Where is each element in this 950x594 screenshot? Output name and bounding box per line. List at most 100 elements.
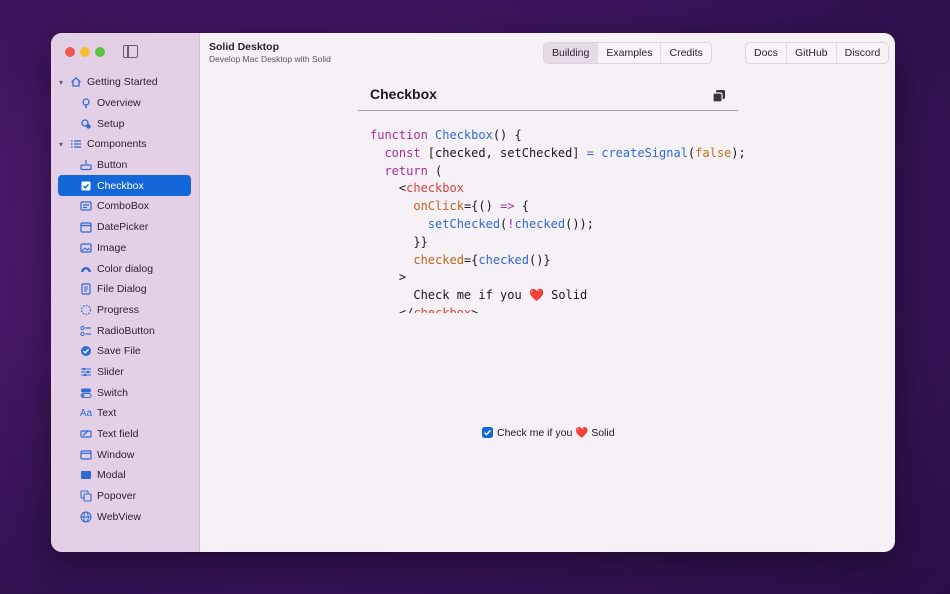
- sidebar-item-label: ComboBox: [97, 200, 149, 213]
- copy-icon[interactable]: [712, 89, 726, 103]
- code-token: </: [398, 305, 414, 313]
- code-token: ());: [565, 216, 594, 231]
- sidebar-section-components[interactable]: ▾ Components: [51, 134, 199, 155]
- code-token: createSignal: [601, 145, 688, 160]
- sidebar-item-label: Checkbox: [97, 179, 144, 192]
- tab-building[interactable]: Building: [544, 43, 599, 63]
- main-content: Solid Desktop Develop Mac Desktop with S…: [200, 33, 895, 552]
- list-icon: [70, 138, 82, 150]
- tab-credits[interactable]: Credits: [661, 43, 710, 63]
- code-token: [checked, setChecked]: [420, 145, 587, 160]
- sidebar-item-setup[interactable]: Setup: [51, 113, 199, 134]
- sidebar-item-label: Overview: [97, 97, 141, 110]
- sidebar-section-getting-started[interactable]: ▾ Getting Started: [51, 72, 199, 93]
- sidebar-item-label: Color dialog: [97, 262, 154, 275]
- code-token: );: [731, 145, 746, 160]
- sidebar-item-modal[interactable]: Modal: [51, 465, 199, 486]
- sidebar-item-switch[interactable]: Switch: [51, 382, 199, 403]
- app-subtitle: Develop Mac Desktop with Solid: [209, 54, 331, 64]
- docs-link[interactable]: Docs: [746, 43, 787, 63]
- sidebar-item-combobox[interactable]: ComboBox: [51, 196, 199, 217]
- sidebar-item-label: Image: [97, 241, 127, 254]
- code-token: ={: [463, 252, 479, 267]
- combobox-icon: [80, 200, 92, 212]
- sidebar-item-radiobutton[interactable]: RadioButton: [51, 320, 199, 341]
- sidebar-item-datepicker[interactable]: DatePicker: [51, 217, 199, 238]
- sidebar-item-button[interactable]: Button: [51, 155, 199, 176]
- code-token: =: [586, 145, 594, 160]
- heart-icon: ❤️: [575, 427, 589, 439]
- app-title: Solid Desktop: [209, 41, 280, 53]
- switch-icon: [80, 387, 92, 399]
- sidebar-section-label: Components: [87, 138, 147, 151]
- sidebar-item-label: Popover: [97, 490, 137, 503]
- popover-icon: [80, 490, 92, 502]
- sidebar-item-color-dialog[interactable]: Color dialog: [51, 258, 199, 279]
- sidebar-item-window[interactable]: Window: [51, 444, 199, 465]
- sidebar-item-label: DatePicker: [97, 221, 149, 234]
- button-icon: [80, 159, 92, 171]
- code-token: const: [384, 145, 421, 160]
- heart-icon: ❤️: [528, 288, 544, 303]
- sidebar-toggle-icon[interactable]: [123, 45, 138, 58]
- sidebar-item-overview[interactable]: Overview: [51, 93, 199, 114]
- sidebar-item-label: WebView: [97, 510, 141, 523]
- code-token: return: [384, 163, 428, 178]
- external-links: Docs GitHub Discord: [745, 42, 890, 64]
- sidebar: ▾ Getting Started Overview Setup ▾ Compo…: [51, 33, 200, 552]
- sidebar-item-webview[interactable]: WebView: [51, 506, 199, 527]
- code-token: !: [507, 216, 515, 231]
- sliders-icon: [80, 366, 92, 378]
- sidebar-section-label: Getting Started: [87, 76, 158, 89]
- sidebar-item-popover[interactable]: Popover: [51, 486, 199, 507]
- sidebar-item-label: Modal: [97, 469, 126, 482]
- sidebar-item-progress[interactable]: Progress: [51, 300, 199, 321]
- demo-checkbox[interactable]: Check me if you ❤️ Solid: [482, 426, 615, 439]
- sidebar-item-label: Window: [97, 448, 135, 461]
- github-link[interactable]: GitHub: [787, 43, 837, 63]
- code-token: {: [514, 199, 529, 214]
- code-token: >: [471, 305, 479, 313]
- sidebar-item-save-file[interactable]: Save File: [51, 341, 199, 362]
- discord-link[interactable]: Discord: [837, 43, 889, 63]
- code-token: checkbox: [413, 305, 472, 313]
- sidebar-item-text-field[interactable]: Text field: [51, 424, 199, 445]
- rainbow-icon: [80, 263, 92, 275]
- chevron-down-icon[interactable]: ▾: [59, 140, 68, 149]
- sidebar-item-label: Progress: [97, 303, 140, 316]
- lightbulb-icon: [80, 97, 92, 109]
- sidebar-item-file-dialog[interactable]: File Dialog: [51, 279, 199, 300]
- text-field-icon: [80, 428, 92, 440]
- document-icon: [80, 283, 92, 295]
- sidebar-item-slider[interactable]: Slider: [51, 362, 199, 383]
- globe-icon: [80, 511, 92, 523]
- sidebar-item-label: Slider: [97, 365, 124, 378]
- code-token: }}: [413, 234, 428, 249]
- minimize-window-button[interactable]: [80, 47, 90, 57]
- radio-list-icon: [80, 325, 92, 337]
- view-tabs: Building Examples Credits: [543, 42, 712, 64]
- app-window: ▾ Getting Started Overview Setup ▾ Compo…: [51, 33, 895, 552]
- sidebar-item-label: Setup: [97, 117, 125, 130]
- close-window-button[interactable]: [65, 47, 75, 57]
- code-token: (: [427, 163, 443, 178]
- code-token: () {: [492, 128, 522, 142]
- page-title: Checkbox: [370, 86, 437, 102]
- code-token: Solid: [543, 288, 588, 303]
- chevron-down-icon[interactable]: ▾: [59, 78, 68, 87]
- code-token: >: [398, 270, 407, 285]
- zoom-window-button[interactable]: [95, 47, 105, 57]
- sidebar-item-image[interactable]: Image: [51, 238, 199, 259]
- code-token: Check me if you: [413, 288, 529, 303]
- sidebar-item-label: RadioButton: [97, 324, 155, 337]
- checkmark-circle-icon: [80, 345, 92, 357]
- sidebar-item-label: Save File: [97, 345, 141, 358]
- code-token: checkbox: [406, 181, 464, 196]
- checkbox-icon: [80, 180, 92, 192]
- sidebar-item-label: Text: [97, 407, 117, 420]
- sidebar-item-checkbox[interactable]: Checkbox: [51, 175, 199, 196]
- tab-examples[interactable]: Examples: [598, 43, 662, 63]
- sidebar-item-text[interactable]: Aa Text: [51, 403, 199, 424]
- checkbox-checked[interactable]: [482, 427, 493, 438]
- sidebar-item-label: Text field: [97, 428, 139, 441]
